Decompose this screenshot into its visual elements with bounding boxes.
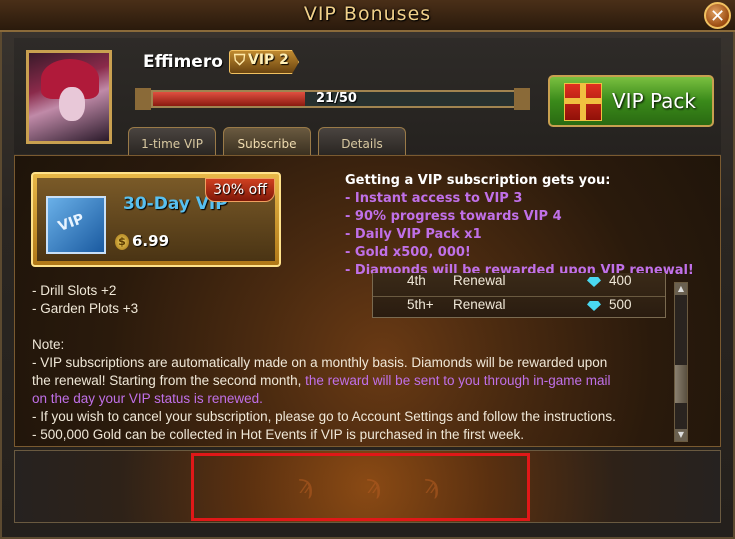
close-icon[interactable]: ✕ xyxy=(704,2,731,29)
note-text: the renewal! Starting from the second mo… xyxy=(32,373,306,388)
benefits-list: Getting a VIP subscription gets you: - I… xyxy=(345,172,694,280)
note-line: - 500,000 Gold can be collected in Hot E… xyxy=(32,427,525,442)
tab-1-time-vip[interactable]: 1-time VIP xyxy=(128,127,216,155)
note-highlight: the reward will be sent to you through i… xyxy=(305,373,611,388)
avatar-face xyxy=(59,87,85,121)
note-highlight: on the day your VIP status is renewed. xyxy=(32,391,263,406)
scrollbar[interactable]: ▲ ▼ xyxy=(674,282,688,442)
vip-level-label: VIP 2 xyxy=(248,52,289,68)
benefit-item: - Gold x500, 000! xyxy=(345,245,471,260)
renewal-table: 4th Renewal 400 5th+ Renewal 500 xyxy=(372,273,666,318)
renewal-type: Renewal xyxy=(453,297,506,312)
vip-ticket-icon: VIP xyxy=(46,196,106,254)
window-title: VIP Bonuses xyxy=(303,3,432,25)
benefit-item: - 90% progress towards VIP 4 xyxy=(345,209,562,224)
title-bar: VIP Bonuses xyxy=(0,0,735,32)
diamond-icon xyxy=(587,301,601,311)
note-line: - If you wish to cancel your subscriptio… xyxy=(32,409,616,424)
table-row: 5th+ Renewal 500 xyxy=(373,296,665,317)
note-heading: Note: xyxy=(32,337,65,352)
ticket-icon-text: VIP xyxy=(56,210,87,236)
renewal-diamonds: 500 xyxy=(609,297,632,312)
vip-pack-label: VIP Pack xyxy=(612,89,696,113)
product-card-30-day-vip[interactable]: VIP 30-Day VIP 30% off $ 6.99 xyxy=(31,172,281,267)
progress-fill xyxy=(153,92,305,106)
avatar xyxy=(26,50,112,144)
table-row: 4th Renewal 400 xyxy=(373,273,665,293)
tab-subscribe[interactable]: Subscribe xyxy=(223,127,311,155)
renewal-diamonds: 400 xyxy=(609,273,632,288)
renewal-tier: 5th+ xyxy=(407,297,434,312)
vip-level-badge: ⛉ VIP 2 xyxy=(229,50,299,74)
diamond-icon xyxy=(587,277,601,287)
renewal-tier: 4th xyxy=(407,273,426,288)
benefit-item: - Instant access to VIP 3 xyxy=(345,191,523,206)
tab-details[interactable]: Details xyxy=(318,127,406,155)
highlighted-purchase-region[interactable] xyxy=(191,453,530,521)
scroll-up-icon[interactable]: ▲ xyxy=(675,283,687,295)
note-line: the renewal! Starting from the second mo… xyxy=(32,372,672,390)
discount-badge: 30% off xyxy=(205,178,275,202)
note-line: - VIP subscriptions are automatically ma… xyxy=(32,355,608,370)
progress-text: 21/50 xyxy=(316,91,357,106)
progress-left-cap xyxy=(135,88,151,110)
coin-icon: $ xyxy=(115,234,129,250)
product-price: 6.99 xyxy=(132,232,170,250)
progress-right-cap xyxy=(514,88,530,110)
vip-pack-button[interactable]: VIP Pack xyxy=(548,75,714,127)
benefit-item: - Daily VIP Pack x1 xyxy=(345,227,482,242)
vip-shield-icon: ⛉ xyxy=(234,51,246,69)
scroll-thumb[interactable] xyxy=(675,365,687,403)
renewal-type: Renewal xyxy=(453,273,506,288)
vip-progress-bar: 21/50 xyxy=(135,87,530,112)
benefits-heading: Getting a VIP subscription gets you: xyxy=(345,173,611,188)
player-name: Effimero xyxy=(143,52,223,72)
gift-icon xyxy=(564,83,602,121)
scroll-down-icon[interactable]: ▼ xyxy=(675,429,687,441)
